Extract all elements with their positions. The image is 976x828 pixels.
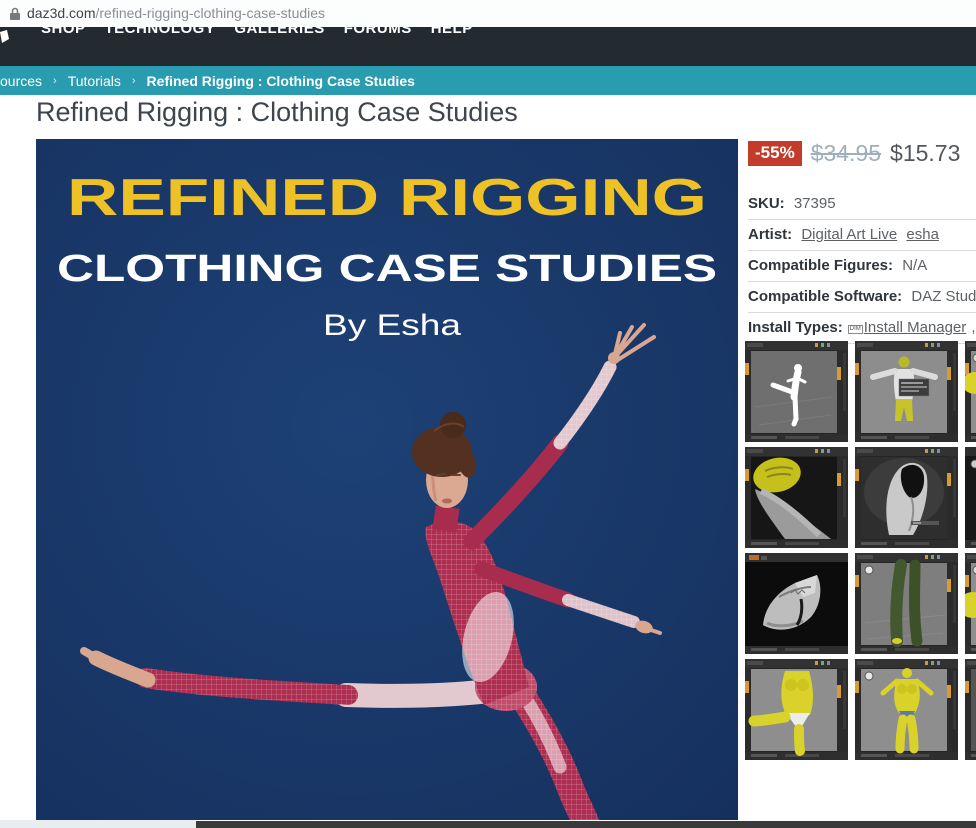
nav-item-forums[interactable]: FORUMS [344,27,412,37]
url-domain: daz3d.com [27,5,96,21]
current-price: $15.73 [890,139,961,166]
thumb-cloth-ruffle-closeup[interactable] [745,553,848,654]
sku-value: 37395 [793,195,836,212]
artist-label: Artist: [748,226,793,243]
hero-background [36,139,738,820]
thumb-yellow-figure-blue-panties[interactable] [855,659,958,760]
artist-link-esha[interactable]: esha [906,226,939,243]
artist-row: Artist: Digital Art Live esha [748,220,976,251]
breadcrumb: ources › Tutorials › Refined Rigging : C… [0,66,976,95]
page-title: Refined Rigging : Clothing Case Studies [36,97,518,127]
breadcrumb-current: Refined Rigging : Clothing Case Studies [146,72,415,89]
compatible-software-label: Compatible Software: [748,288,903,305]
url-path: /refined-rigging-clothing-case-studies [95,5,326,21]
product-info-panel: -55% $34.95 $15.73 SKU: 37395 Artist: Di… [748,139,976,344]
thumb-partial-1[interactable] [965,341,976,442]
nav-item-help[interactable]: HELP [431,27,473,37]
thumb-shoe-closeup[interactable] [855,447,958,548]
price-row: -55% $34.95 $15.73 [748,139,976,167]
product-specs: SKU: 37395 Artist: Digital Art Live esha… [748,189,976,344]
compatible-figures-label: Compatible Figures: [748,257,894,274]
discount-badge: -55% [748,140,802,166]
site-logo-partial[interactable] [0,30,9,52]
thumb-white-figure-dance-pose[interactable] [745,341,848,442]
thumb-partial-3[interactable] [965,553,976,654]
hero-subtitle: CLOTHING CASE STUDIES [57,248,717,290]
address-bar[interactable]: daz3d.com/refined-rigging-clothing-case-… [0,0,976,27]
thumb-yellow-figure-white-underwear[interactable] [745,659,848,760]
artist-link-digital-art-live[interactable]: Digital Art Live [801,226,897,243]
breadcrumb-tutorials[interactable]: Tutorials [68,73,121,89]
product-hero-image[interactable]: REFINED RIGGING CLOTHING CASE STUDIES By… [36,139,738,820]
sku-row: SKU: 37395 [748,189,976,220]
hero-title: REFINED RIGGING [67,169,707,227]
bottom-strip-light [0,820,196,828]
thumb-partial-4[interactable] [965,659,976,760]
breadcrumb-separator-icon: › [131,74,136,87]
site-navbar: SHOP TECHNOLOGY GALLERIES FORUMS HELP [0,27,976,66]
thumb-partial-2[interactable] [965,447,976,548]
compatible-software-value: DAZ Studio [911,288,976,305]
breadcrumb-resources[interactable]: ources [0,73,42,89]
install-suffix: , [971,319,976,336]
nav-item-technology[interactable]: TECHNOLOGY [105,27,216,37]
sku-label: SKU: [748,195,785,212]
install-types-row: Install Types: DIM Install Manager, [748,313,976,344]
old-price: $34.95 [810,139,882,166]
hero-byline: By Esha [323,309,461,342]
thumb-green-leggings[interactable] [855,553,958,654]
url-text[interactable]: daz3d.com/refined-rigging-clothing-case-… [27,0,325,27]
nav-item-shop[interactable]: SHOP [41,27,86,37]
compatible-figures-row: Compatible Figures: N/A [748,251,976,282]
compatible-figures-value: N/A [902,257,928,274]
install-manager-link[interactable]: Install Manager [864,319,967,336]
dim-icon: DIM [847,325,863,334]
bottom-strip-dark [196,821,976,828]
nav-item-galleries[interactable]: GALLERIES [234,27,324,37]
thumb-hip-closeup-yellow[interactable] [745,447,848,548]
thumbnail-gallery [745,341,976,760]
thumb-tpose-yellow-dialog[interactable] [855,341,958,442]
breadcrumb-separator-icon: › [53,74,57,87]
install-types-label: Install Types: [748,319,843,336]
compatible-software-row: Compatible Software: DAZ Studio [748,282,976,313]
lock-icon [9,7,21,26]
